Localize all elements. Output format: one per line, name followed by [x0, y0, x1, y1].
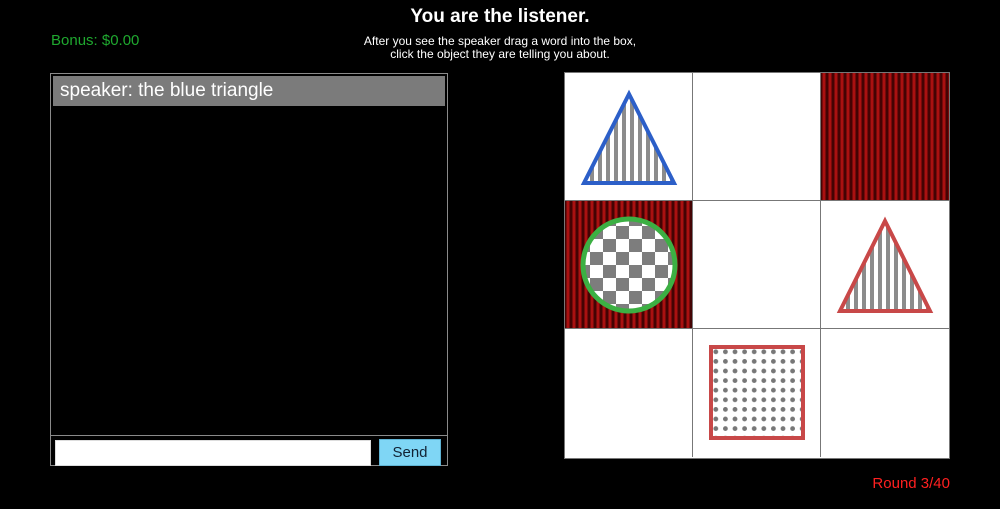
grid-cell-r3-c1[interactable]	[565, 329, 693, 457]
grid-cell-r2-c2[interactable]	[693, 201, 821, 329]
round-counter: Round 3/40	[872, 475, 950, 492]
grid-cell-r1-c3[interactable]	[821, 73, 949, 201]
bonus-label: Bonus: $0.00	[51, 32, 140, 49]
instructions: After you see the speaker drag a word in…	[0, 35, 1000, 61]
instructions-line-2: click the object they are telling you ab…	[390, 47, 610, 61]
grid-cell-r3-c2[interactable]	[693, 329, 821, 457]
chat-divider	[51, 435, 447, 436]
grid-cell-r3-c3[interactable]	[821, 329, 949, 457]
send-button[interactable]: Send	[379, 439, 441, 466]
red-striped-triangle	[836, 216, 934, 313]
object-grid	[564, 72, 950, 459]
blue-striped-triangle	[580, 89, 678, 185]
green-checkered-circle	[565, 201, 692, 328]
red-curtain-background	[821, 73, 949, 200]
grid-cell-r1-c2[interactable]	[693, 73, 821, 201]
grid-cell-r2-c1[interactable]	[565, 201, 693, 329]
grid-cell-r1-c1[interactable]	[565, 73, 693, 201]
chat-message: speaker: the blue triangle	[53, 76, 445, 106]
grid-cell-r2-c3[interactable]	[821, 201, 949, 329]
chat-panel: speaker: the blue triangle Send	[50, 73, 448, 466]
page-title: You are the listener.	[410, 6, 590, 27]
red-dotted-square	[709, 345, 805, 440]
chat-input[interactable]	[55, 440, 371, 466]
